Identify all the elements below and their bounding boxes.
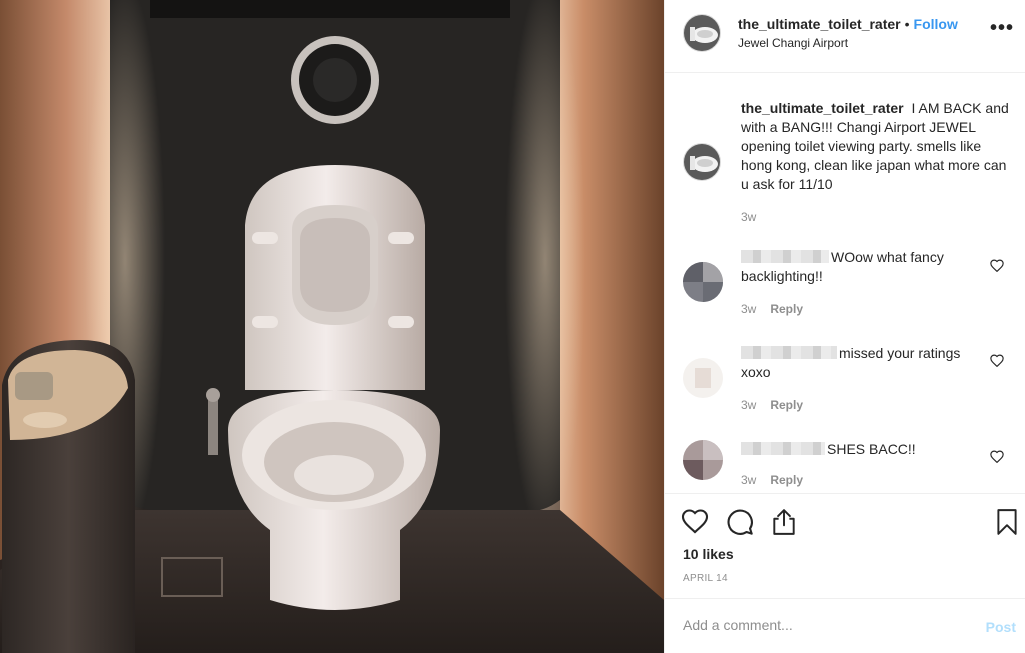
blurred-username[interactable] [741, 250, 829, 263]
comment-like-heart-icon[interactable] [990, 259, 1004, 272]
comment-like-heart-icon[interactable] [990, 450, 1004, 463]
add-comment-bar: Post [665, 598, 1025, 653]
blurred-avatar-icon [683, 440, 723, 480]
comment-meta: 3w Reply [741, 473, 803, 487]
header-user-line: the_ultimate_toilet_rater • Follow [738, 16, 958, 32]
more-options-icon[interactable]: ••• [990, 18, 1014, 38]
comment-bubble-icon[interactable] [726, 508, 754, 536]
likes-count[interactable]: 10 likes [683, 546, 734, 562]
comment-body: SHES BACC!! [827, 441, 916, 457]
post-details-panel: the_ultimate_toilet_rater • Follow Jewel C… [664, 0, 1025, 653]
comment-text: WOow what fancy backlighting!! [741, 248, 981, 286]
blurred-username[interactable] [741, 442, 825, 455]
comment-timestamp[interactable]: 3w [741, 398, 756, 412]
username-link[interactable]: the_ultimate_toilet_rater [738, 16, 901, 32]
save-bookmark-icon[interactable] [996, 508, 1018, 536]
post-caption: the_ultimate_toilet_rater I AM BACK and … [741, 99, 1013, 194]
caption-avatar[interactable] [683, 143, 721, 181]
separator-dot: • [904, 16, 910, 32]
comment-input[interactable] [683, 617, 963, 633]
location-link[interactable]: Jewel Changi Airport [738, 36, 848, 50]
toilet-avatar-icon [684, 15, 720, 51]
comment-meta: 3w Reply [741, 398, 803, 412]
blurred-username[interactable] [741, 346, 837, 359]
blurred-avatar-icon [683, 358, 723, 398]
comment-meta: 3w Reply [741, 302, 803, 316]
caption-timestamp[interactable]: 3w [741, 210, 756, 224]
comment-avatar[interactable] [683, 358, 723, 398]
comment-avatar[interactable] [683, 262, 723, 302]
toilet-avatar-icon [684, 144, 720, 180]
comment-timestamp[interactable]: 3w [741, 473, 756, 487]
like-heart-icon[interactable] [681, 508, 709, 534]
comment-avatar[interactable] [683, 440, 723, 480]
post-actions: 10 likes APRIL 14 [665, 493, 1025, 598]
share-icon[interactable] [771, 508, 797, 536]
caption-username[interactable]: the_ultimate_toilet_rater [741, 100, 904, 116]
post-photo[interactable] [0, 0, 664, 653]
reply-button[interactable]: Reply [770, 302, 803, 316]
comment-text: missed your ratings xoxo [741, 344, 981, 382]
toilet-photo-illustration [0, 0, 664, 653]
comment-timestamp[interactable]: 3w [741, 302, 756, 316]
post-header: the_ultimate_toilet_rater • Follow Jewel C… [665, 0, 1025, 73]
reply-button[interactable]: Reply [770, 398, 803, 412]
blurred-avatar-icon [683, 262, 723, 302]
post-comment-button[interactable]: Post [986, 619, 1016, 635]
post-date[interactable]: APRIL 14 [683, 573, 728, 584]
comment-text: SHES BACC!! [741, 440, 981, 459]
comment-like-heart-icon[interactable] [990, 354, 1004, 367]
reply-button[interactable]: Reply [770, 473, 803, 487]
follow-button[interactable]: Follow [914, 16, 958, 32]
avatar[interactable] [683, 14, 721, 52]
